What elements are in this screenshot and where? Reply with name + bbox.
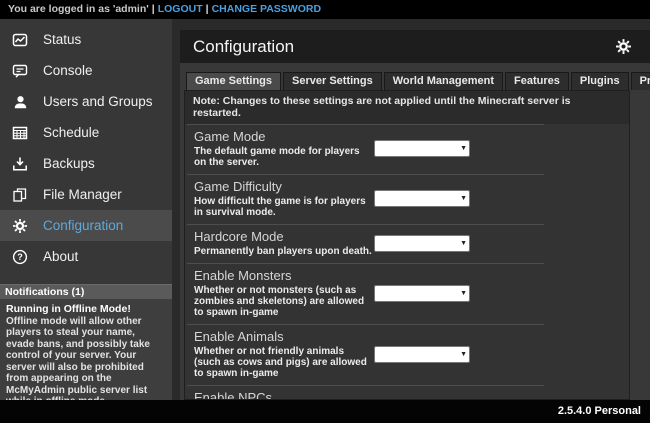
notifications-body: Running in Offline Mode! Offline mode wi… [0, 299, 172, 400]
page-header: Configuration [180, 30, 650, 63]
setting-name: Game Difficulty [194, 179, 372, 194]
sidebar-item-label: Configuration [43, 218, 123, 233]
file-manager-icon [12, 187, 28, 203]
restart-note: Note: Changes to these settings are not … [185, 91, 629, 124]
setting-text: Game Difficulty How difficult the game is… [194, 179, 372, 218]
setting-name: Hardcore Mode [194, 229, 372, 244]
footer-bar: 2.5.4.0 Personal [0, 400, 650, 423]
logged-in-text: You are logged in as 'admin' [8, 3, 149, 15]
sidebar-spacer [0, 272, 172, 284]
sidebar-item-file-manager[interactable]: File Manager [0, 179, 172, 210]
hardcore-mode-select[interactable]: ▼ [374, 235, 470, 252]
game-mode-select[interactable]: ▼ [374, 140, 470, 157]
tab-features[interactable]: Features [505, 72, 569, 90]
sidebar-menu: Status Console Users and Groups Schedule Bac… [0, 19, 172, 272]
dropdown-arrow-icon: ▼ [460, 237, 467, 250]
schedule-icon [12, 125, 28, 141]
setting-description: How difficult the game is for players in… [194, 196, 372, 218]
setting-row-game-difficulty: Game Difficulty How difficult the game is… [187, 174, 544, 224]
separator: | [203, 3, 212, 15]
setting-description: The default game mode for players on the… [194, 146, 372, 168]
setting-row-enable-npcs: Enable NPCsWhether or not friendly mobs … [187, 385, 544, 400]
status-icon [12, 32, 28, 48]
settings-list: Game Mode The default game mode for playe… [185, 124, 629, 400]
main-panel: Configuration Game SettingsServer Settin… [180, 30, 650, 400]
setting-text: Enable Monsters Whether or not monsters (… [194, 268, 372, 318]
dropdown-arrow-icon: ▼ [460, 348, 467, 361]
tab-plugins[interactable]: Plugins [571, 72, 629, 90]
setting-name: Enable Animals [194, 329, 372, 344]
tab-bar: Game SettingsServer SettingsWorld Manage… [186, 72, 630, 90]
setting-name: Enable NPCs [194, 390, 372, 400]
sidebar-item-users-and-groups[interactable]: Users and Groups [0, 86, 172, 117]
sidebar-item-about[interactable]: ? About [0, 241, 172, 272]
tab-game-settings[interactable]: Game Settings [186, 72, 281, 90]
version-label: 2.5.4.0 Personal [558, 405, 641, 417]
setting-description: Permanently ban players upon death. [194, 246, 372, 257]
setting-row-game-mode: Game Mode The default game mode for playe… [187, 124, 544, 174]
setting-row-hardcore-mode: Hardcore Mode Permanently ban players upo… [187, 224, 544, 263]
logout-link[interactable]: LOGOUT [158, 3, 203, 15]
setting-text: Hardcore Mode Permanently ban players upo… [194, 229, 372, 257]
gear-icon[interactable] [615, 38, 632, 55]
sidebar-item-label: Backups [43, 156, 95, 171]
sidebar-item-schedule[interactable]: Schedule [0, 117, 172, 148]
sidebar-item-label: Status [43, 32, 81, 47]
setting-description: Whether or not friendly animals (such as… [194, 346, 372, 379]
tab-preferences[interactable]: Preferences [631, 72, 650, 90]
setting-row-enable-monsters: Enable Monsters Whether or not monsters (… [187, 263, 544, 324]
game-difficulty-select[interactable]: ▼ [374, 190, 470, 207]
sidebar-item-label: Console [43, 63, 93, 78]
gear-icon [12, 218, 28, 234]
console-icon [12, 63, 28, 79]
sidebar-item-configuration[interactable]: Configuration [0, 210, 172, 241]
sidebar: Status Console Users and Groups Schedule Bac… [0, 19, 172, 400]
setting-text: Enable NPCsWhether or not friendly mobs … [194, 390, 372, 400]
change-password-link[interactable]: CHANGE PASSWORD [212, 3, 321, 15]
notifications-header[interactable]: Notifications (1) [0, 284, 172, 299]
sidebar-item-label: About [43, 249, 78, 264]
enable-monsters-select[interactable]: ▼ [374, 285, 470, 302]
setting-name: Game Mode [194, 129, 372, 144]
setting-row-enable-animals: Enable Animals Whether or not friendly an… [187, 324, 544, 385]
tab-world-management[interactable]: World Management [384, 72, 503, 90]
users-icon [12, 94, 28, 110]
dropdown-arrow-icon: ▼ [460, 192, 467, 205]
setting-text: Enable Animals Whether or not friendly an… [194, 329, 372, 379]
separator: | [149, 3, 158, 15]
sidebar-item-label: File Manager [43, 187, 122, 202]
sidebar-item-backups[interactable]: Backups [0, 148, 172, 179]
svg-text:?: ? [17, 252, 23, 262]
setting-text: Game Mode The default game mode for playe… [194, 129, 372, 168]
enable-animals-select[interactable]: ▼ [374, 346, 470, 363]
page-title: Configuration [193, 37, 615, 57]
sidebar-item-status[interactable]: Status [0, 24, 172, 55]
setting-name: Enable Monsters [194, 268, 372, 283]
dropdown-arrow-icon: ▼ [460, 142, 467, 155]
notification-title: Running in Offline Mode! [6, 304, 166, 316]
sidebar-item-label: Users and Groups [43, 94, 153, 109]
dropdown-arrow-icon: ▼ [460, 287, 467, 300]
tab-content: Note: Changes to these settings are not … [184, 90, 630, 400]
question-icon: ? [12, 249, 28, 265]
sidebar-item-console[interactable]: Console [0, 55, 172, 86]
notification-text: Offline mode will allow other players to… [6, 316, 166, 408]
top-bar: You are logged in as 'admin'|LOGOUT|CHAN… [0, 0, 650, 19]
setting-description: Whether or not monsters (such as zombies… [194, 285, 372, 318]
backups-icon [12, 156, 28, 172]
sidebar-item-label: Schedule [43, 125, 99, 140]
tab-server-settings[interactable]: Server Settings [283, 72, 382, 90]
